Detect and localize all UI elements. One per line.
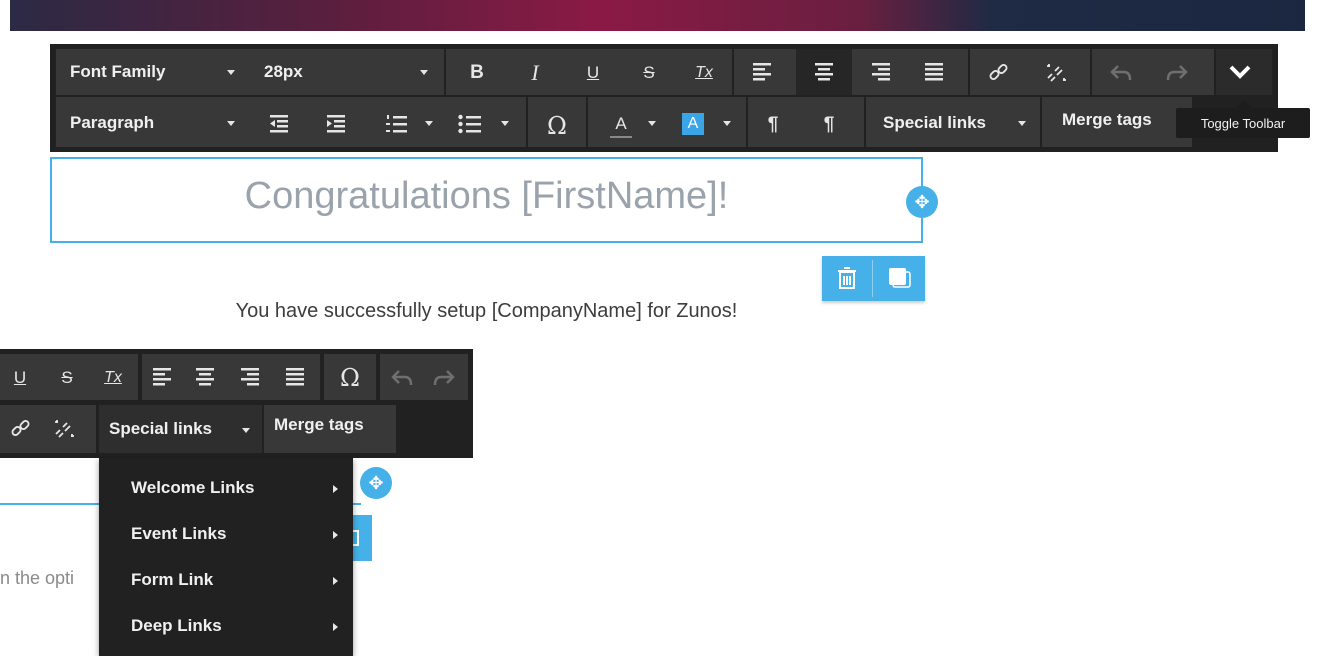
special-links-dropdown: Welcome Links Event Links Form Link Deep…	[99, 458, 353, 656]
redo-icon[interactable]	[1166, 63, 1188, 83]
chevron-down-icon[interactable]	[1229, 64, 1251, 80]
undo-icon[interactable]	[1110, 63, 1132, 83]
clear-format-button[interactable]: Tx	[98, 363, 128, 393]
special-links-button[interactable]: Special links	[883, 113, 986, 133]
outdent-icon[interactable]	[270, 115, 290, 133]
numbered-list-icon[interactable]	[386, 114, 408, 134]
tooltip-text: Toggle Toolbar	[1200, 115, 1286, 131]
chevron-down-icon	[242, 428, 250, 433]
menu-item-event-links[interactable]: Event Links	[131, 524, 226, 544]
actions-divider	[872, 260, 873, 297]
chevron-right-icon	[333, 577, 338, 585]
link-icon[interactable]	[988, 62, 1010, 84]
clear-format-button[interactable]: Tx	[686, 58, 722, 88]
bullet-list-icon[interactable]	[458, 114, 482, 134]
move-icon[interactable]: ✥	[906, 186, 938, 218]
align-center-icon[interactable]	[196, 368, 216, 386]
align-right-icon[interactable]	[241, 368, 261, 386]
chevron-down-icon[interactable]	[648, 121, 656, 126]
banner-edge	[1305, 0, 1323, 31]
chevron-down-icon[interactable]	[425, 121, 433, 126]
menu-item-form-link[interactable]: Form Link	[131, 570, 213, 590]
unlink-icon[interactable]	[53, 418, 77, 440]
unlink-icon[interactable]	[1045, 62, 1069, 84]
tooltip-arrow	[1236, 100, 1252, 108]
chevron-down-icon	[227, 121, 235, 126]
chevron-down-icon	[1018, 121, 1026, 126]
chevron-right-icon	[333, 623, 338, 631]
align-justify-icon[interactable]	[286, 368, 306, 386]
special-links-button[interactable]: Special links	[109, 419, 212, 439]
underline-button[interactable]: U	[8, 363, 32, 393]
redo-icon[interactable]	[433, 368, 455, 388]
menu-item-deep-links[interactable]: Deep Links	[131, 616, 222, 636]
chevron-down-icon	[420, 70, 428, 75]
chevron-down-icon[interactable]	[501, 121, 509, 126]
banner-edge	[0, 0, 10, 31]
align-left-icon[interactable]	[153, 368, 173, 386]
link-icon[interactable]	[10, 418, 32, 440]
strikethrough-button[interactable]: S	[55, 363, 79, 393]
duplicate-icon[interactable]	[887, 266, 911, 288]
paragraph-select[interactable]: Paragraph	[70, 113, 154, 133]
italic-button[interactable]: I	[520, 58, 550, 88]
underline-button[interactable]: U	[578, 58, 608, 88]
chevron-down-icon[interactable]	[723, 121, 731, 126]
top-toolbar	[50, 44, 1278, 152]
strikethrough-button[interactable]: S	[634, 58, 664, 88]
chevron-right-icon	[333, 531, 338, 539]
chevron-right-icon	[333, 485, 338, 493]
bold-button[interactable]: B	[462, 58, 492, 88]
editor-block-border	[0, 503, 110, 505]
align-justify-icon[interactable]	[925, 63, 945, 81]
align-center-icon[interactable]	[815, 63, 835, 81]
toggle-toolbar-tooltip: Toggle Toolbar	[1176, 108, 1310, 138]
text-color-button[interactable]: A	[610, 112, 632, 138]
chevron-down-icon	[227, 70, 235, 75]
background-color-button[interactable]: A	[682, 113, 704, 135]
align-right-icon[interactable]	[872, 63, 892, 81]
heading-text[interactable]: Congratulations [FirstName]!	[50, 175, 923, 218]
header-banner	[0, 0, 1323, 31]
menu-item-welcome-links[interactable]: Welcome Links	[131, 478, 254, 498]
merge-tags-button[interactable]: Merge tags	[274, 415, 364, 435]
align-left-icon[interactable]	[753, 63, 773, 81]
merge-tags-button[interactable]: Merge tags	[1062, 110, 1152, 130]
special-character-button[interactable]: Ω	[540, 109, 574, 143]
partial-paragraph-text: n the opti	[0, 568, 75, 588]
font-size-select[interactable]: 28px	[264, 62, 303, 82]
font-family-select[interactable]: Font Family	[70, 62, 165, 82]
ltr-button[interactable]: ¶	[758, 110, 788, 140]
special-character-button[interactable]: Ω	[333, 361, 367, 395]
indent-icon[interactable]	[327, 115, 347, 133]
editor-block-border	[353, 503, 361, 505]
rtl-button[interactable]: ¶	[814, 110, 844, 140]
subtitle-text[interactable]: You have successfully setup [CompanyName…	[50, 300, 923, 323]
trash-icon[interactable]	[837, 266, 857, 290]
undo-icon[interactable]	[391, 368, 413, 388]
duplicate-icon[interactable]	[353, 530, 359, 546]
move-icon[interactable]: ✥	[360, 467, 392, 499]
